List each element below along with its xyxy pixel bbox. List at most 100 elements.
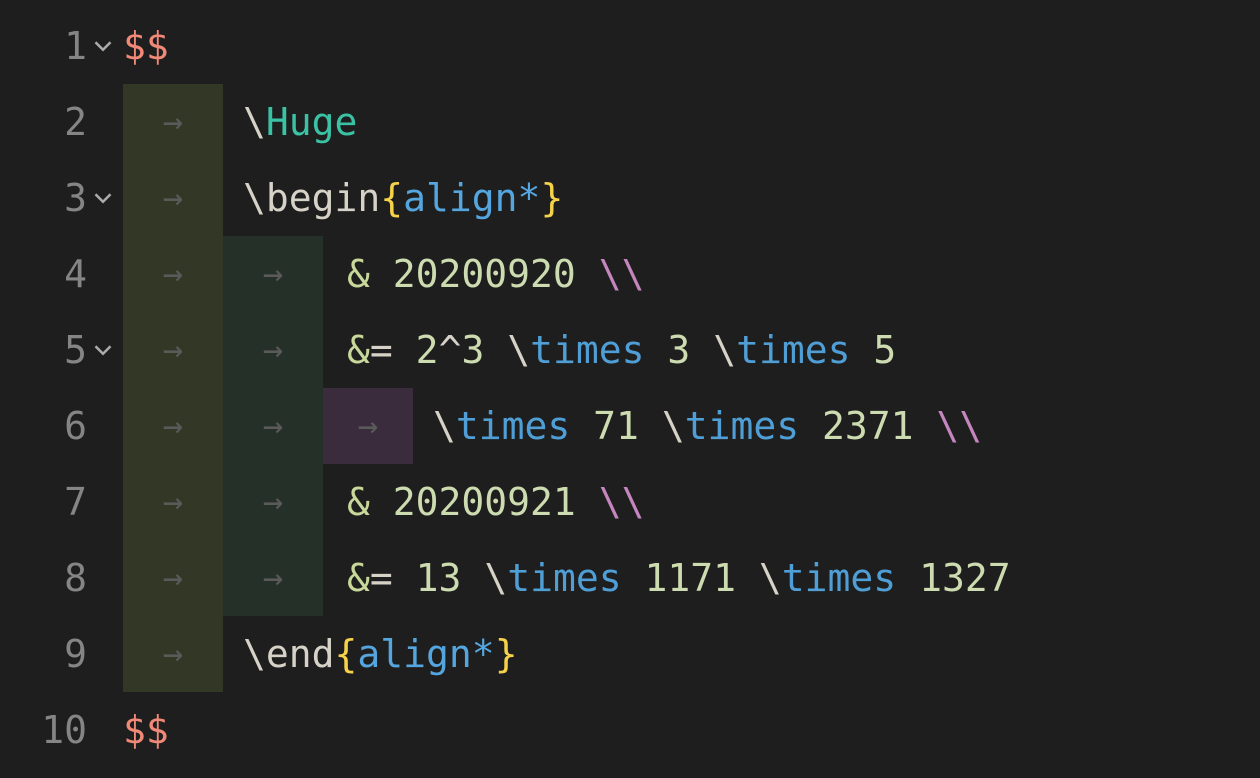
gutter: 10: [0, 708, 123, 752]
indent-guide: →: [223, 236, 323, 312]
align-amp: &: [347, 328, 370, 372]
code-content[interactable]: \end{align*}: [223, 616, 518, 692]
indent-guide: →: [123, 84, 223, 160]
code-line[interactable]: 10 $$: [0, 692, 1260, 768]
latex-env-name: align*: [403, 176, 540, 220]
indent-guide: →: [123, 616, 223, 692]
number-token: 3: [667, 328, 690, 372]
tab-arrow-icon: →: [263, 558, 283, 598]
indent-guide: →: [123, 540, 223, 616]
code-line[interactable]: 9 → \end{align*}: [0, 616, 1260, 692]
code-content[interactable]: & 20200920 \\: [323, 236, 644, 312]
line-number: 2: [27, 100, 87, 144]
latex-env-name: align*: [357, 632, 494, 676]
indent-guide: →: [123, 236, 223, 312]
latex-times: times: [507, 556, 621, 600]
latex-backslash: \: [713, 328, 736, 372]
gutter: 8: [0, 556, 123, 600]
math-delimiter: $$: [123, 24, 169, 68]
code-line[interactable]: 2 → \Huge: [0, 84, 1260, 160]
line-number: 9: [27, 632, 87, 676]
line-number: 1: [27, 24, 87, 68]
gutter: 7: [0, 480, 123, 524]
tab-arrow-icon: →: [163, 178, 183, 218]
latex-backslash: \: [243, 632, 266, 676]
number-token: 13: [416, 556, 462, 600]
code-content[interactable]: \Huge: [223, 84, 357, 160]
line-number: 3: [27, 176, 87, 220]
tab-arrow-icon: →: [163, 102, 183, 142]
latex-times: times: [456, 404, 570, 448]
fold-chevron-icon[interactable]: [87, 36, 119, 56]
latex-backslash: \: [662, 404, 685, 448]
latex-linebreak: \\: [936, 404, 982, 448]
latex-command: end: [266, 632, 335, 676]
gutter: 1: [0, 24, 123, 68]
line-number: 7: [27, 480, 87, 524]
latex-backslash: \: [243, 100, 266, 144]
align-amp: &: [347, 556, 370, 600]
number-token: 1171: [645, 556, 737, 600]
code-line[interactable]: 1 $$: [0, 8, 1260, 84]
number-token: 2: [416, 328, 439, 372]
align-amp: &: [347, 252, 370, 296]
math-delimiter: $$: [123, 708, 169, 752]
number-token: 20200921: [393, 480, 576, 524]
equals-token: =: [370, 556, 393, 600]
indent-guide: →: [123, 388, 223, 464]
number-token: 2371: [822, 404, 914, 448]
tab-arrow-icon: →: [358, 406, 378, 446]
line-number: 5: [27, 328, 87, 372]
code-content[interactable]: & 20200921 \\: [323, 464, 644, 540]
latex-times: times: [736, 328, 850, 372]
tab-arrow-icon: →: [163, 634, 183, 674]
code-content[interactable]: $$: [123, 8, 169, 84]
code-content[interactable]: &= 13 \times 1171 \times 1327: [323, 540, 1011, 616]
code-line[interactable]: 8 → → &= 13 \times 1171 \times 1327: [0, 540, 1260, 616]
code-line[interactable]: 7 → → & 20200921 \\: [0, 464, 1260, 540]
number-token: 71: [593, 404, 639, 448]
fold-chevron-icon[interactable]: [87, 188, 119, 208]
code-line[interactable]: 5 → → &= 2^3 \times 3 \times 5: [0, 312, 1260, 388]
indent-guide: →: [223, 540, 323, 616]
brace-open: {: [380, 176, 403, 220]
code-editor[interactable]: 1 $$ 2 → \Huge 3 → \begin: [0, 0, 1260, 768]
code-line[interactable]: 6 → → → \times 71 \times 2371 \\: [0, 388, 1260, 464]
brace-open: {: [335, 632, 358, 676]
line-number: 10: [27, 708, 87, 752]
number-token: 3: [461, 328, 484, 372]
caret-token: ^: [439, 328, 462, 372]
indent-guide: →: [123, 312, 223, 388]
code-line[interactable]: 3 → \begin{align*}: [0, 160, 1260, 236]
tab-arrow-icon: →: [263, 482, 283, 522]
code-content[interactable]: \times 71 \times 2371 \\: [413, 388, 982, 464]
latex-times: times: [685, 404, 799, 448]
gutter: 2: [0, 100, 123, 144]
equals-token: =: [370, 328, 393, 372]
number-token: 20200920: [393, 252, 576, 296]
code-content[interactable]: &= 2^3 \times 3 \times 5: [323, 312, 896, 388]
code-content[interactable]: \begin{align*}: [223, 160, 563, 236]
latex-backslash: \: [433, 404, 456, 448]
latex-backslash: \: [759, 556, 782, 600]
latex-linebreak: \\: [599, 480, 645, 524]
tab-arrow-icon: →: [163, 558, 183, 598]
indent-guide: →: [223, 388, 323, 464]
tab-arrow-icon: →: [163, 254, 183, 294]
indent-guide: →: [123, 160, 223, 236]
latex-command: Huge: [266, 100, 358, 144]
number-token: 5: [873, 328, 896, 372]
tab-arrow-icon: →: [163, 330, 183, 370]
fold-chevron-icon[interactable]: [87, 340, 119, 360]
code-content[interactable]: $$: [123, 692, 169, 768]
gutter: 5: [0, 328, 123, 372]
indent-guide: →: [223, 464, 323, 540]
number-token: 1327: [919, 556, 1011, 600]
code-line[interactable]: 4 → → & 20200920 \\: [0, 236, 1260, 312]
latex-times: times: [782, 556, 896, 600]
latex-backslash: \: [484, 556, 507, 600]
gutter: 4: [0, 252, 123, 296]
latex-times: times: [530, 328, 644, 372]
gutter: 6: [0, 404, 123, 448]
brace-close: }: [540, 176, 563, 220]
